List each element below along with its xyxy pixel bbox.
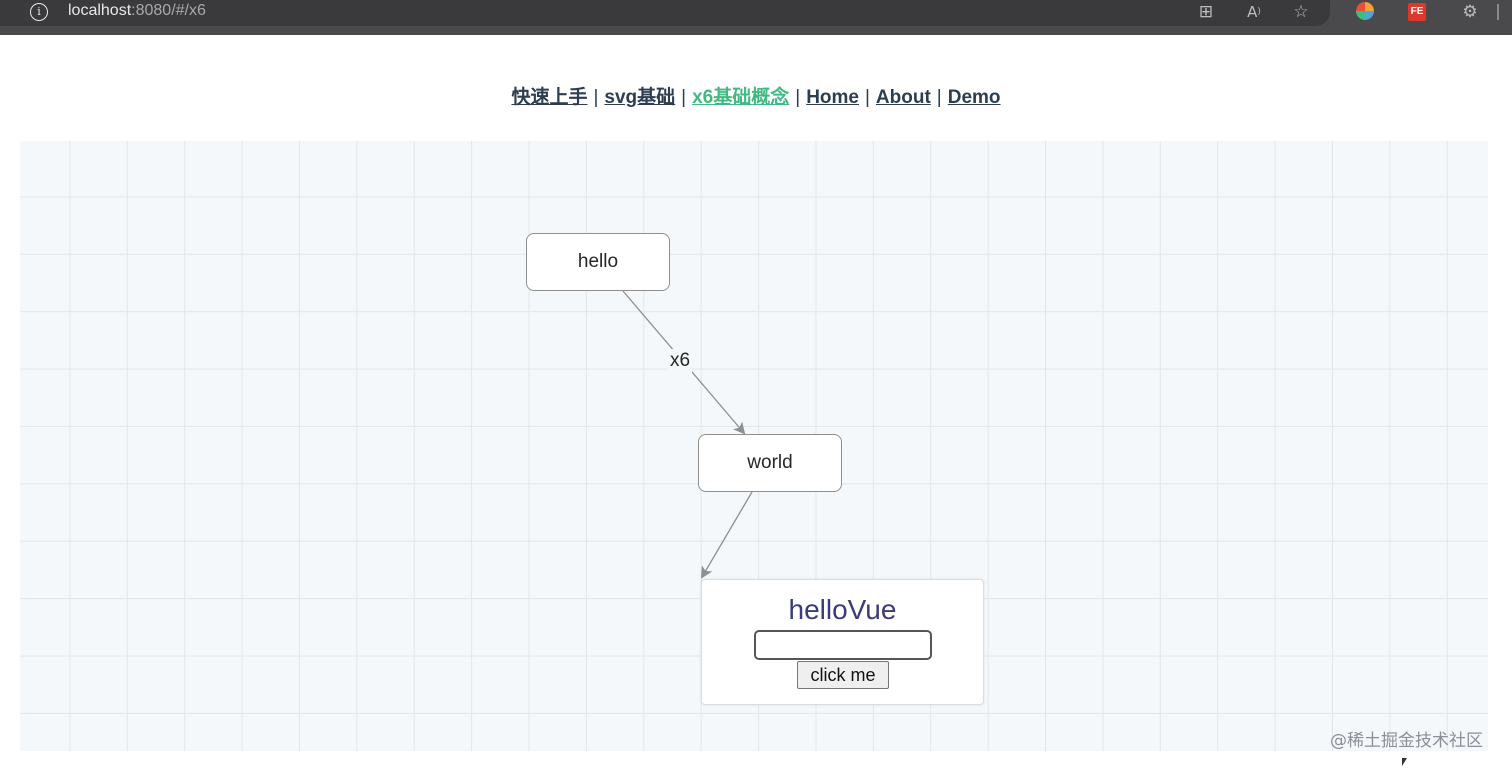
top-nav: 快速上手 | svg基础 | x6基础概念 | Home | About | Demo: [0, 82, 1512, 109]
info-icon[interactable]: i: [30, 3, 48, 21]
vue-node-text-input[interactable]: [754, 630, 932, 660]
nav-separator: |: [864, 87, 870, 108]
nav-link-demo[interactable]: Demo: [948, 87, 1001, 108]
url-host: localhost: [68, 2, 132, 19]
click-me-button[interactable]: click me: [797, 661, 889, 689]
watermark: @稀土掘金技术社区: [1330, 731, 1483, 751]
nav-link-quickstart[interactable]: 快速上手: [511, 87, 587, 108]
read-aloud-icon[interactable]: A): [1243, 1, 1265, 23]
color-extension-icon[interactable]: [1356, 2, 1374, 20]
nav-separator: |: [593, 87, 599, 108]
nav-link-svg-basics[interactable]: svg基础: [604, 87, 675, 108]
nav-separator: |: [681, 87, 687, 108]
node-label: hello: [577, 251, 619, 272]
extensions-puzzle-icon[interactable]: ⚙: [1459, 1, 1481, 23]
url-text[interactable]: localhost:8080/#/x6: [68, 2, 206, 20]
app-grid-icon[interactable]: ⊞: [1195, 1, 1217, 23]
nav-link-x6-concepts[interactable]: x6基础概念: [692, 87, 789, 108]
address-bar[interactable]: i localhost:8080/#/x6 ⊞ A) ☆: [0, 0, 1330, 26]
browser-toolbar: i localhost:8080/#/x6 ⊞ A) ☆ FE ⚙: [0, 0, 1512, 35]
nav-link-about[interactable]: About: [876, 87, 931, 108]
graph-node-hello[interactable]: hello: [526, 233, 670, 291]
nav-separator: |: [936, 87, 942, 108]
graph-node-vue-component[interactable]: helloVue click me: [701, 579, 984, 705]
nav-separator: |: [795, 87, 801, 108]
toolbar-divider: [1497, 4, 1499, 20]
edge-world-to-vue[interactable]: [700, 491, 753, 579]
nav-link-home[interactable]: Home: [806, 87, 859, 108]
node-label: world: [747, 452, 793, 473]
fe-extension-icon[interactable]: FE: [1408, 3, 1426, 21]
vue-node-title: helloVue: [788, 594, 897, 625]
graph-node-world[interactable]: world: [698, 434, 842, 492]
x6-graph-canvas[interactable]: hello x6 world helloVue click me: [20, 141, 1488, 751]
favorite-star-icon[interactable]: ☆: [1290, 1, 1312, 23]
edge-label: x6: [668, 349, 693, 373]
mouse-cursor-icon: [1402, 758, 1407, 766]
url-path: :8080/#/x6: [131, 2, 206, 19]
